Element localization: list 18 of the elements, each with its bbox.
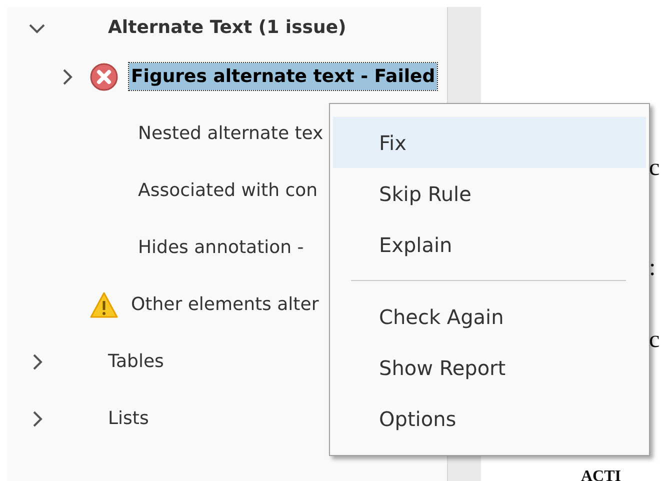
document-text: c — [649, 155, 660, 182]
tree-item-label[interactable]: Other elements alter — [131, 294, 319, 315]
tree-group-label[interactable]: Lists — [108, 408, 149, 429]
tree-item-label[interactable]: Figures alternate text - Failed — [129, 63, 438, 90]
document-text: ACTI — [581, 468, 622, 481]
menu-item[interactable]: Options — [333, 393, 646, 444]
menu-item[interactable]: Explain — [333, 219, 646, 270]
tree-item-label[interactable]: Nested alternate tex — [138, 123, 324, 144]
document-text: : — [649, 255, 656, 282]
tree-item-label[interactable]: Associated with con — [138, 180, 318, 201]
menu-item[interactable]: Check Again — [333, 291, 646, 342]
tree-item-label[interactable]: Hides annotation - — [138, 237, 304, 258]
tree-group-label[interactable]: Tables — [108, 351, 164, 372]
document-text: c — [649, 327, 660, 354]
tree-group-label[interactable]: Alternate Text (1 issue) — [108, 17, 346, 38]
menu-item[interactable]: Fix — [333, 117, 646, 168]
menu-item[interactable]: Show Report — [333, 342, 646, 393]
menu-item[interactable]: Skip Rule — [333, 168, 646, 219]
